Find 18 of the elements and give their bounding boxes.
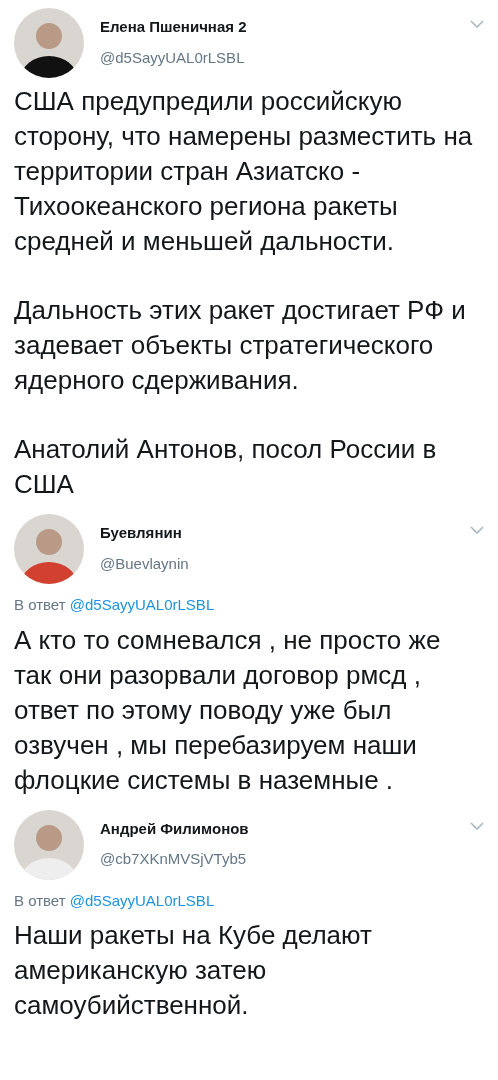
author-handle[interactable]: @cb7XKnMVSjVTyb5 — [100, 848, 454, 871]
tweet-text: А кто то сомневался , не просто же так они разорвали договор рмсд , ответ по этому поводу уже был озвучен , мы перебазируем наши флоцкие системы в наземные . — [14, 623, 442, 797]
reply-line: В ответ @d5SayyUAL0rLSBL — [14, 595, 216, 615]
reply-line: В ответ @d5SayyUAL0rLSBL — [14, 890, 216, 911]
author-name[interactable]: Буевлянин — [100, 522, 454, 545]
author-name[interactable]: Андрей Филимонов — [100, 817, 454, 840]
tweet-text: Анатолий Антонов, посол России в США — [14, 433, 438, 501]
mention-link[interactable]: @d5SayyUAL0rLSBL — [69, 596, 215, 613]
tweet-text: Дальность этих ракет достигает РФ и задевает объекты стратегического ядерного сдерживания. — [14, 294, 467, 397]
tweet-text: США предупредили российскую сторону, что намерены разместить на территории стран Азиатско - Тихоокеанского региона ракеты средней и меньшей дальности. — [14, 85, 474, 258]
author-handle[interactable]: @d5SayyUAL0rLSBL — [100, 46, 454, 69]
tweet-text: Наши ракеты на Кубе делают американскую затею самоубийственной. — [14, 919, 373, 1022]
author-handle[interactable]: @Buevlaynin — [100, 552, 454, 575]
author-name[interactable]: Елена Пшеничная 2 — [100, 16, 454, 39]
chevron-down-icon[interactable] — [470, 821, 484, 831]
chevron-down-icon[interactable] — [470, 20, 484, 29]
mention-link[interactable]: @d5SayyUAL0rLSBL — [69, 891, 215, 909]
chevron-down-icon[interactable] — [470, 526, 484, 535]
